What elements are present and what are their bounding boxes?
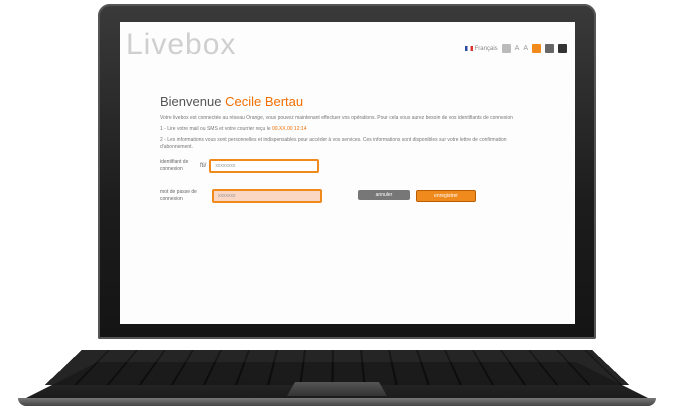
identifier-row: identifiant de connexion fti/ xxxxxxxx [160,159,540,173]
trackpad [287,382,387,396]
flag-icon [464,46,473,51]
keyboard [44,350,630,386]
page-content: Bienvenue Cecile Bertau Votre livebox es… [160,94,540,203]
password-row: mot de passe de connexion xxxxxxx [160,189,540,203]
step-2: 2 - Les informations vous sont personnel… [160,137,507,150]
laptop-base-edge [18,398,656,406]
form-actions: annuler enregistrer [358,190,476,202]
submit-button[interactable]: enregistrer [416,190,476,202]
language-selector[interactable]: Français [464,45,498,52]
livebox-logo: Livebox [126,28,237,61]
menu-orange-icon[interactable] [532,44,541,53]
language-label: Français [474,45,498,52]
step-1-text: 1 - Lire votre mail ou SMS et votre cour… [160,126,271,132]
identifier-prefix: fti/ [200,163,207,169]
list-view-icon[interactable] [558,44,567,53]
password-label: mot de passe de connexion [160,189,197,202]
top-toolbar: Français A A [464,44,567,53]
password-input[interactable]: xxxxxxx [212,189,322,203]
intro-text: Votre livebox est connectée au réseau Or… [160,115,513,121]
font-size-decrease-icon[interactable]: A [515,45,520,52]
laptop-base [18,340,656,406]
page-title: Bienvenue Cecile Bertau [160,94,540,109]
welcome-prefix: Bienvenue [160,94,222,109]
help-icon[interactable] [501,44,511,53]
identifier-label: identifiant de connexion [160,159,189,172]
screen: Livebox Français A A Bienvenue Cecile Be… [120,22,575,324]
cancel-button[interactable]: annuler [358,190,410,200]
menu-icon[interactable] [545,44,554,53]
step-1-date: 00.XX.00 12:14 [272,126,307,132]
identifier-input[interactable]: xxxxxxxx [209,159,320,173]
step-1: 1 - Lire votre mail ou SMS et votre cour… [160,126,540,133]
font-size-increase-icon[interactable]: A [523,45,528,52]
user-name: Cecile Bertau [225,94,304,109]
